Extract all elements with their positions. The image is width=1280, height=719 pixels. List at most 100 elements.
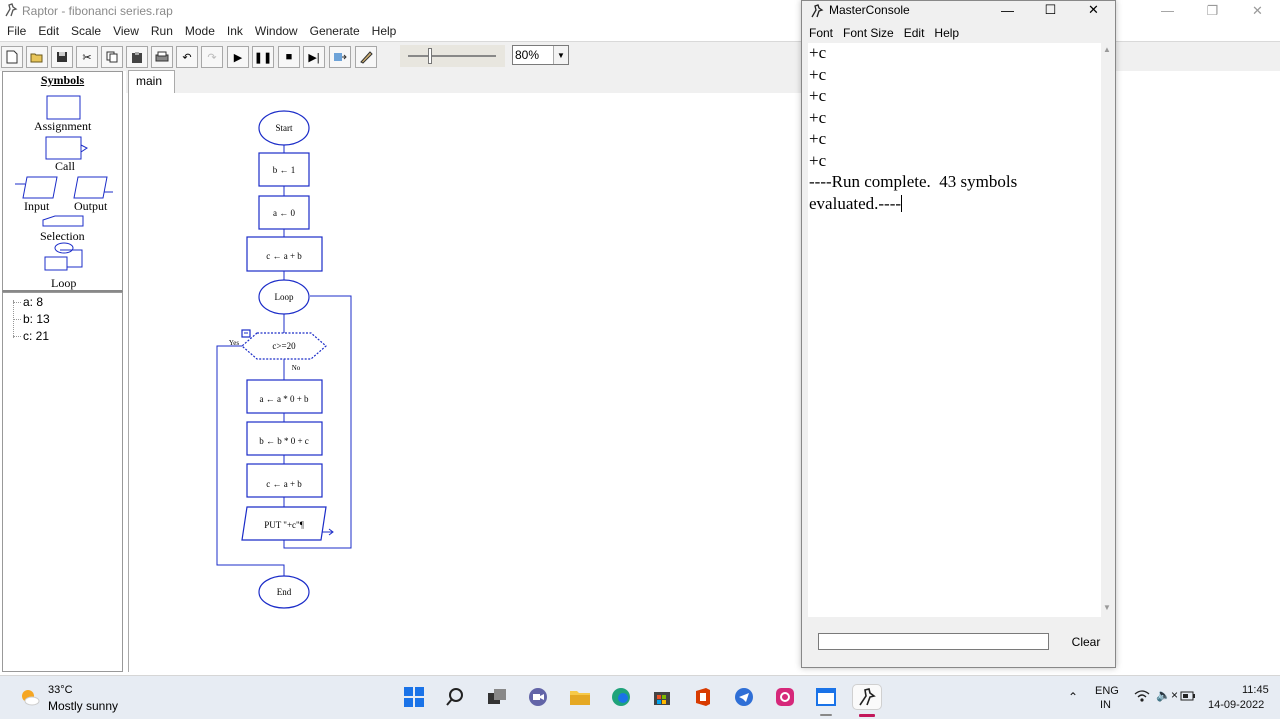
scroll-down-icon[interactable]: ▼ — [1103, 603, 1111, 612]
chevron-down-icon[interactable]: ▼ — [553, 46, 568, 64]
menu-bar: File Edit Scale View Run Mode Ink Window… — [0, 21, 800, 41]
cut-icon[interactable]: ✂ — [76, 46, 98, 68]
console-line: +c — [809, 86, 827, 105]
menu-mode[interactable]: Mode — [184, 21, 219, 41]
open-folder-icon[interactable] — [26, 46, 48, 68]
console-line: evaluated.---- — [809, 194, 902, 213]
sun-cloud-icon[interactable] — [19, 686, 41, 708]
console-line: +c — [809, 65, 827, 84]
save-icon[interactable] — [51, 46, 73, 68]
console-menu-help[interactable]: Help — [934, 26, 959, 40]
undo-icon[interactable]: ↶ — [176, 46, 198, 68]
console-maximize-button[interactable]: ☐ — [1029, 1, 1072, 19]
clear-button[interactable]: Clear — [1058, 631, 1114, 653]
step-icon[interactable]: ▶| — [303, 46, 325, 68]
office-icon[interactable] — [690, 684, 716, 710]
restore-button[interactable]: ❐ — [1190, 0, 1235, 21]
language-bottom[interactable]: IN — [1100, 699, 1111, 711]
clock-time[interactable]: 11:45 — [1242, 684, 1269, 696]
console-line: +c — [809, 108, 827, 127]
console-scrollbar[interactable]: ▲ ▼ — [1101, 43, 1115, 617]
instagram-icon[interactable] — [772, 684, 798, 710]
a-update-label: a ← a * 0 + b — [259, 394, 309, 404]
paste-icon[interactable] — [126, 46, 148, 68]
variable-b[interactable]: b: 13 — [23, 312, 50, 326]
windows-start-icon[interactable] — [401, 684, 427, 710]
telegram-icon[interactable] — [731, 684, 757, 710]
show-hidden-icons-icon[interactable]: ⌃ — [1068, 690, 1078, 704]
redo-icon[interactable]: ↷ — [201, 46, 223, 68]
speed-slider-thumb[interactable] — [428, 48, 432, 64]
selection-symbol-icon[interactable] — [42, 215, 84, 227]
menu-window[interactable]: Window — [254, 21, 302, 41]
b-init-label: b ← 1 — [273, 165, 296, 175]
call-symbol-icon[interactable] — [45, 136, 82, 160]
menu-scale[interactable]: Scale — [70, 21, 105, 41]
console-minimize-button[interactable]: — — [986, 1, 1029, 19]
stop-icon[interactable]: ■ — [278, 46, 300, 68]
console-menu-font-size[interactable]: Font Size — [843, 26, 894, 40]
chat-icon[interactable] — [525, 684, 551, 710]
console-line: ----Run complete. 43 symbols — [809, 172, 1018, 191]
menu-run[interactable]: Run — [150, 21, 177, 41]
output-symbol-icon[interactable] — [73, 176, 108, 199]
minimize-button[interactable]: — — [1145, 0, 1190, 21]
step-into-icon[interactable] — [329, 46, 351, 68]
menu-ink[interactable]: Ink — [226, 21, 247, 41]
condition-label: c>=20 — [272, 341, 296, 351]
close-button[interactable]: ✕ — [1235, 0, 1280, 21]
assignment-symbol-icon[interactable] — [46, 95, 81, 120]
weather-temp[interactable]: 33°C — [48, 684, 73, 696]
speed-slider[interactable] — [400, 45, 505, 67]
weather-desc[interactable]: Mostly sunny — [48, 699, 118, 713]
selection-label: Selection — [40, 229, 85, 243]
console-line: +c — [809, 129, 827, 148]
menu-edit[interactable]: Edit — [37, 21, 63, 41]
pen-icon[interactable] — [355, 46, 377, 68]
app-window-icon[interactable] — [813, 684, 839, 710]
menu-view[interactable]: View — [112, 21, 143, 41]
flowchart-canvas[interactable]: Start b ← 1 a ← 0 c ← a + b Loop c>=20 Y… — [128, 93, 802, 672]
task-view-icon[interactable] — [484, 684, 510, 710]
raptor-console-icon — [811, 4, 824, 18]
battery-icon[interactable] — [1180, 691, 1196, 701]
print-icon[interactable] — [151, 46, 173, 68]
console-menu-bar: Font Font Size Edit Help — [809, 26, 969, 40]
edge-icon[interactable] — [608, 684, 634, 710]
wifi-icon[interactable] — [1134, 689, 1150, 703]
raptor-taskbar-icon[interactable] — [852, 684, 882, 710]
console-title: MasterConsole — [829, 3, 910, 17]
volume-muted-icon[interactable]: 🔈× — [1156, 688, 1178, 702]
console-close-button[interactable]: ✕ — [1072, 1, 1115, 19]
menu-generate[interactable]: Generate — [309, 21, 364, 41]
run-icon[interactable]: ▶ — [227, 46, 249, 68]
start-label: Start — [276, 123, 293, 133]
input-symbol-icon[interactable] — [22, 176, 58, 199]
end-label: End — [277, 587, 292, 597]
variable-c[interactable]: c: 21 — [23, 329, 49, 343]
menu-help[interactable]: Help — [371, 21, 401, 41]
language-top[interactable]: ENG — [1095, 685, 1119, 697]
console-input[interactable] — [818, 633, 1049, 650]
menu-file[interactable]: File — [6, 21, 30, 41]
zoom-select[interactable]: 80% ▼ — [512, 45, 569, 65]
loop-label-chart: Loop — [275, 292, 294, 302]
text-caret — [901, 195, 903, 212]
file-explorer-icon[interactable] — [567, 684, 593, 710]
a-init-label: a ← 0 — [273, 208, 295, 218]
store-icon[interactable] — [649, 684, 675, 710]
clock-date[interactable]: 14-09-2022 — [1208, 699, 1264, 711]
assignment-label: Assignment — [34, 119, 92, 133]
search-icon[interactable] — [442, 684, 468, 710]
console-menu-font[interactable]: Font — [809, 26, 833, 40]
console-output[interactable]: +c +c +c +c +c +c ----Run complete. 43 s… — [808, 43, 1101, 617]
pause-icon[interactable]: ❚❚ — [252, 46, 274, 68]
copy-icon[interactable] — [101, 46, 123, 68]
loop-symbol-icon[interactable] — [54, 242, 74, 254]
c-update-label: c ← a + b — [266, 479, 302, 489]
scroll-up-icon[interactable]: ▲ — [1103, 45, 1111, 54]
console-menu-edit[interactable]: Edit — [904, 26, 925, 40]
tab-main[interactable]: main — [128, 70, 175, 93]
new-file-icon[interactable] — [1, 46, 23, 68]
variable-a[interactable]: a: 8 — [23, 295, 43, 309]
